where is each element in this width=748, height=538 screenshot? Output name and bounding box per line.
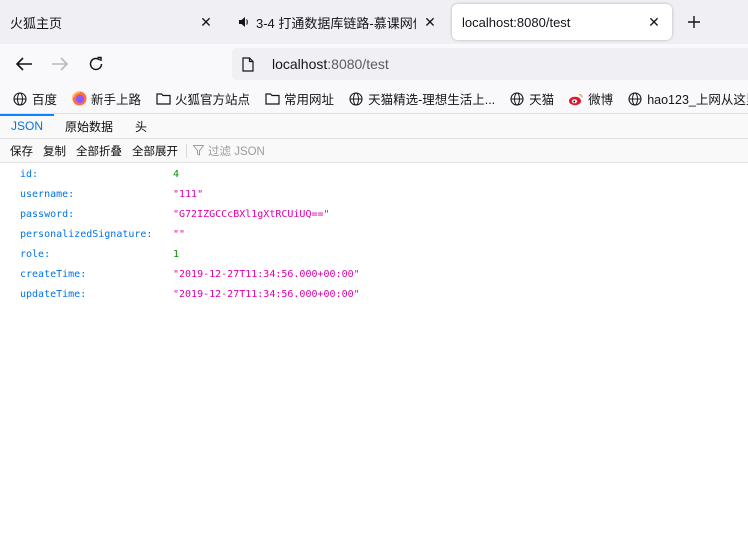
browser-tab-localhost[interactable]: localhost:8080/test ✕ [452, 4, 672, 40]
bookmark-label: 火狐官方站点 [175, 93, 251, 107]
bookmark-label: 天猫 [529, 93, 555, 107]
new-tab-button[interactable] [684, 12, 704, 32]
tab-json[interactable]: JSON [0, 114, 55, 138]
json-row-username[interactable]: username: "111" [0, 184, 748, 204]
url-text[interactable]: localhost:8080/test [272, 56, 389, 72]
json-value: 4 [173, 168, 180, 180]
forward-button[interactable] [50, 54, 70, 74]
page-icon [242, 56, 256, 72]
json-value: 1 [173, 248, 180, 260]
close-icon[interactable]: ✕ [198, 14, 214, 30]
tab-raw-data[interactable]: 原始数据 [54, 114, 124, 138]
folder-icon [155, 91, 171, 107]
json-value: "2019-12-27T11:34:56.000+00:00" [173, 288, 360, 300]
globe-icon [509, 91, 525, 107]
bookmark-getting-started[interactable]: 新手上路 [71, 89, 141, 108]
collapse-all-button[interactable]: 全部折叠 [76, 143, 122, 159]
browser-tab-home[interactable]: 火狐主页 ✕ [0, 4, 224, 40]
bookmark-tmall[interactable]: 天猫 [509, 89, 554, 108]
tab-title: localhost:8080/test [462, 14, 571, 30]
globe-icon [627, 91, 643, 107]
tab-title: 3-4 打通数据库链路-慕课网体系 [256, 15, 416, 31]
speaker-icon[interactable] [238, 16, 250, 28]
toolbar-divider [186, 143, 187, 158]
json-key: role: [20, 248, 51, 260]
close-icon[interactable]: ✕ [422, 14, 438, 30]
save-button[interactable]: 保存 [10, 143, 33, 159]
json-key: password: [20, 208, 75, 220]
json-value: "2019-12-27T11:34:56.000+00:00" [173, 268, 360, 280]
address-bar[interactable]: localhost:8080/test [232, 48, 748, 80]
copy-button[interactable]: 复制 [43, 143, 66, 159]
browser-tab-imooc[interactable]: 3-4 打通数据库链路-慕课网体系 ✕ [228, 4, 448, 40]
reload-icon [89, 56, 103, 71]
json-row-password[interactable]: password: "G72IZGCCcBXl1gXtRCUiUQ==" [0, 204, 748, 224]
weibo-icon [568, 91, 584, 107]
json-key: updateTime: [20, 288, 87, 300]
json-value: "" [173, 228, 186, 240]
bookmark-label: hao123_上网从这里... [647, 93, 748, 107]
bookmark-label: 常用网址 [284, 93, 335, 107]
json-row-update-time[interactable]: updateTime: "2019-12-27T11:34:56.000+00:… [0, 284, 748, 304]
bookmark-folder-common[interactable]: 常用网址 [264, 89, 334, 108]
folder-icon [264, 91, 280, 107]
filter-json-input[interactable]: 过滤 JSON [193, 143, 265, 159]
globe-icon [348, 91, 364, 107]
filter-placeholder: 过滤 JSON [208, 145, 265, 158]
bookmark-label: 天猫精选-理想生活上... [368, 93, 496, 107]
json-key: username: [20, 188, 75, 200]
arrow-right-icon [52, 57, 69, 71]
bookmark-label: 百度 [32, 93, 58, 107]
json-key: id: [20, 168, 39, 180]
json-row-personalized-signature[interactable]: personalizedSignature: "" [0, 224, 748, 244]
bookmark-tmall-select[interactable]: 天猫精选-理想生活上... [348, 89, 495, 108]
bookmark-hao123[interactable]: hao123_上网从这里... [627, 89, 748, 108]
json-key: createTime: [20, 268, 87, 280]
bookmark-folder-firefox[interactable]: 火狐官方站点 [155, 89, 250, 108]
expand-all-button[interactable]: 全部展开 [132, 143, 178, 159]
tab-headers[interactable]: 头 [124, 114, 158, 138]
bookmark-label: 新手上路 [91, 93, 142, 107]
tab-strip: 火狐主页 ✕ 3-4 打通数据库链路-慕课网体系 ✕ localhost:808… [0, 0, 748, 44]
bookmark-baidu[interactable]: 百度 [12, 89, 57, 108]
close-icon[interactable]: ✕ [646, 14, 662, 30]
json-toolbar: 保存 复制 全部折叠 全部展开 过滤 JSON [0, 139, 748, 163]
bookmark-label: 微博 [588, 93, 614, 107]
json-viewer-tabs: JSON 原始数据 头 [0, 114, 748, 139]
json-key: personalizedSignature: [20, 228, 153, 240]
back-button[interactable] [14, 54, 34, 74]
json-row-id[interactable]: id: 4 [0, 164, 748, 184]
json-row-create-time[interactable]: createTime: "2019-12-27T11:34:56.000+00:… [0, 264, 748, 284]
url-path: :8080/test [327, 56, 389, 72]
globe-icon [12, 91, 28, 107]
filter-icon [193, 145, 204, 156]
bookmarks-toolbar: 百度 新手上路 火狐官方站点 常用网址 天猫精选-理想生活上... 天猫 微博 … [0, 84, 748, 114]
arrow-left-icon [15, 57, 32, 71]
plus-icon [688, 16, 700, 28]
tab-title: 火狐主页 [10, 15, 63, 31]
firefox-icon [71, 91, 87, 107]
reload-button[interactable] [86, 54, 106, 74]
json-value: "G72IZGCCcBXl1gXtRCUiUQ==" [173, 208, 330, 220]
bookmark-weibo[interactable]: 微博 [568, 89, 613, 108]
navigation-bar: localhost:8080/test [0, 44, 748, 84]
json-value: "111" [173, 188, 204, 200]
url-host: localhost [272, 56, 328, 72]
json-tree: id: 4 username: "111" password: "G72IZGC… [0, 164, 748, 304]
json-row-role[interactable]: role: 1 [0, 244, 748, 264]
